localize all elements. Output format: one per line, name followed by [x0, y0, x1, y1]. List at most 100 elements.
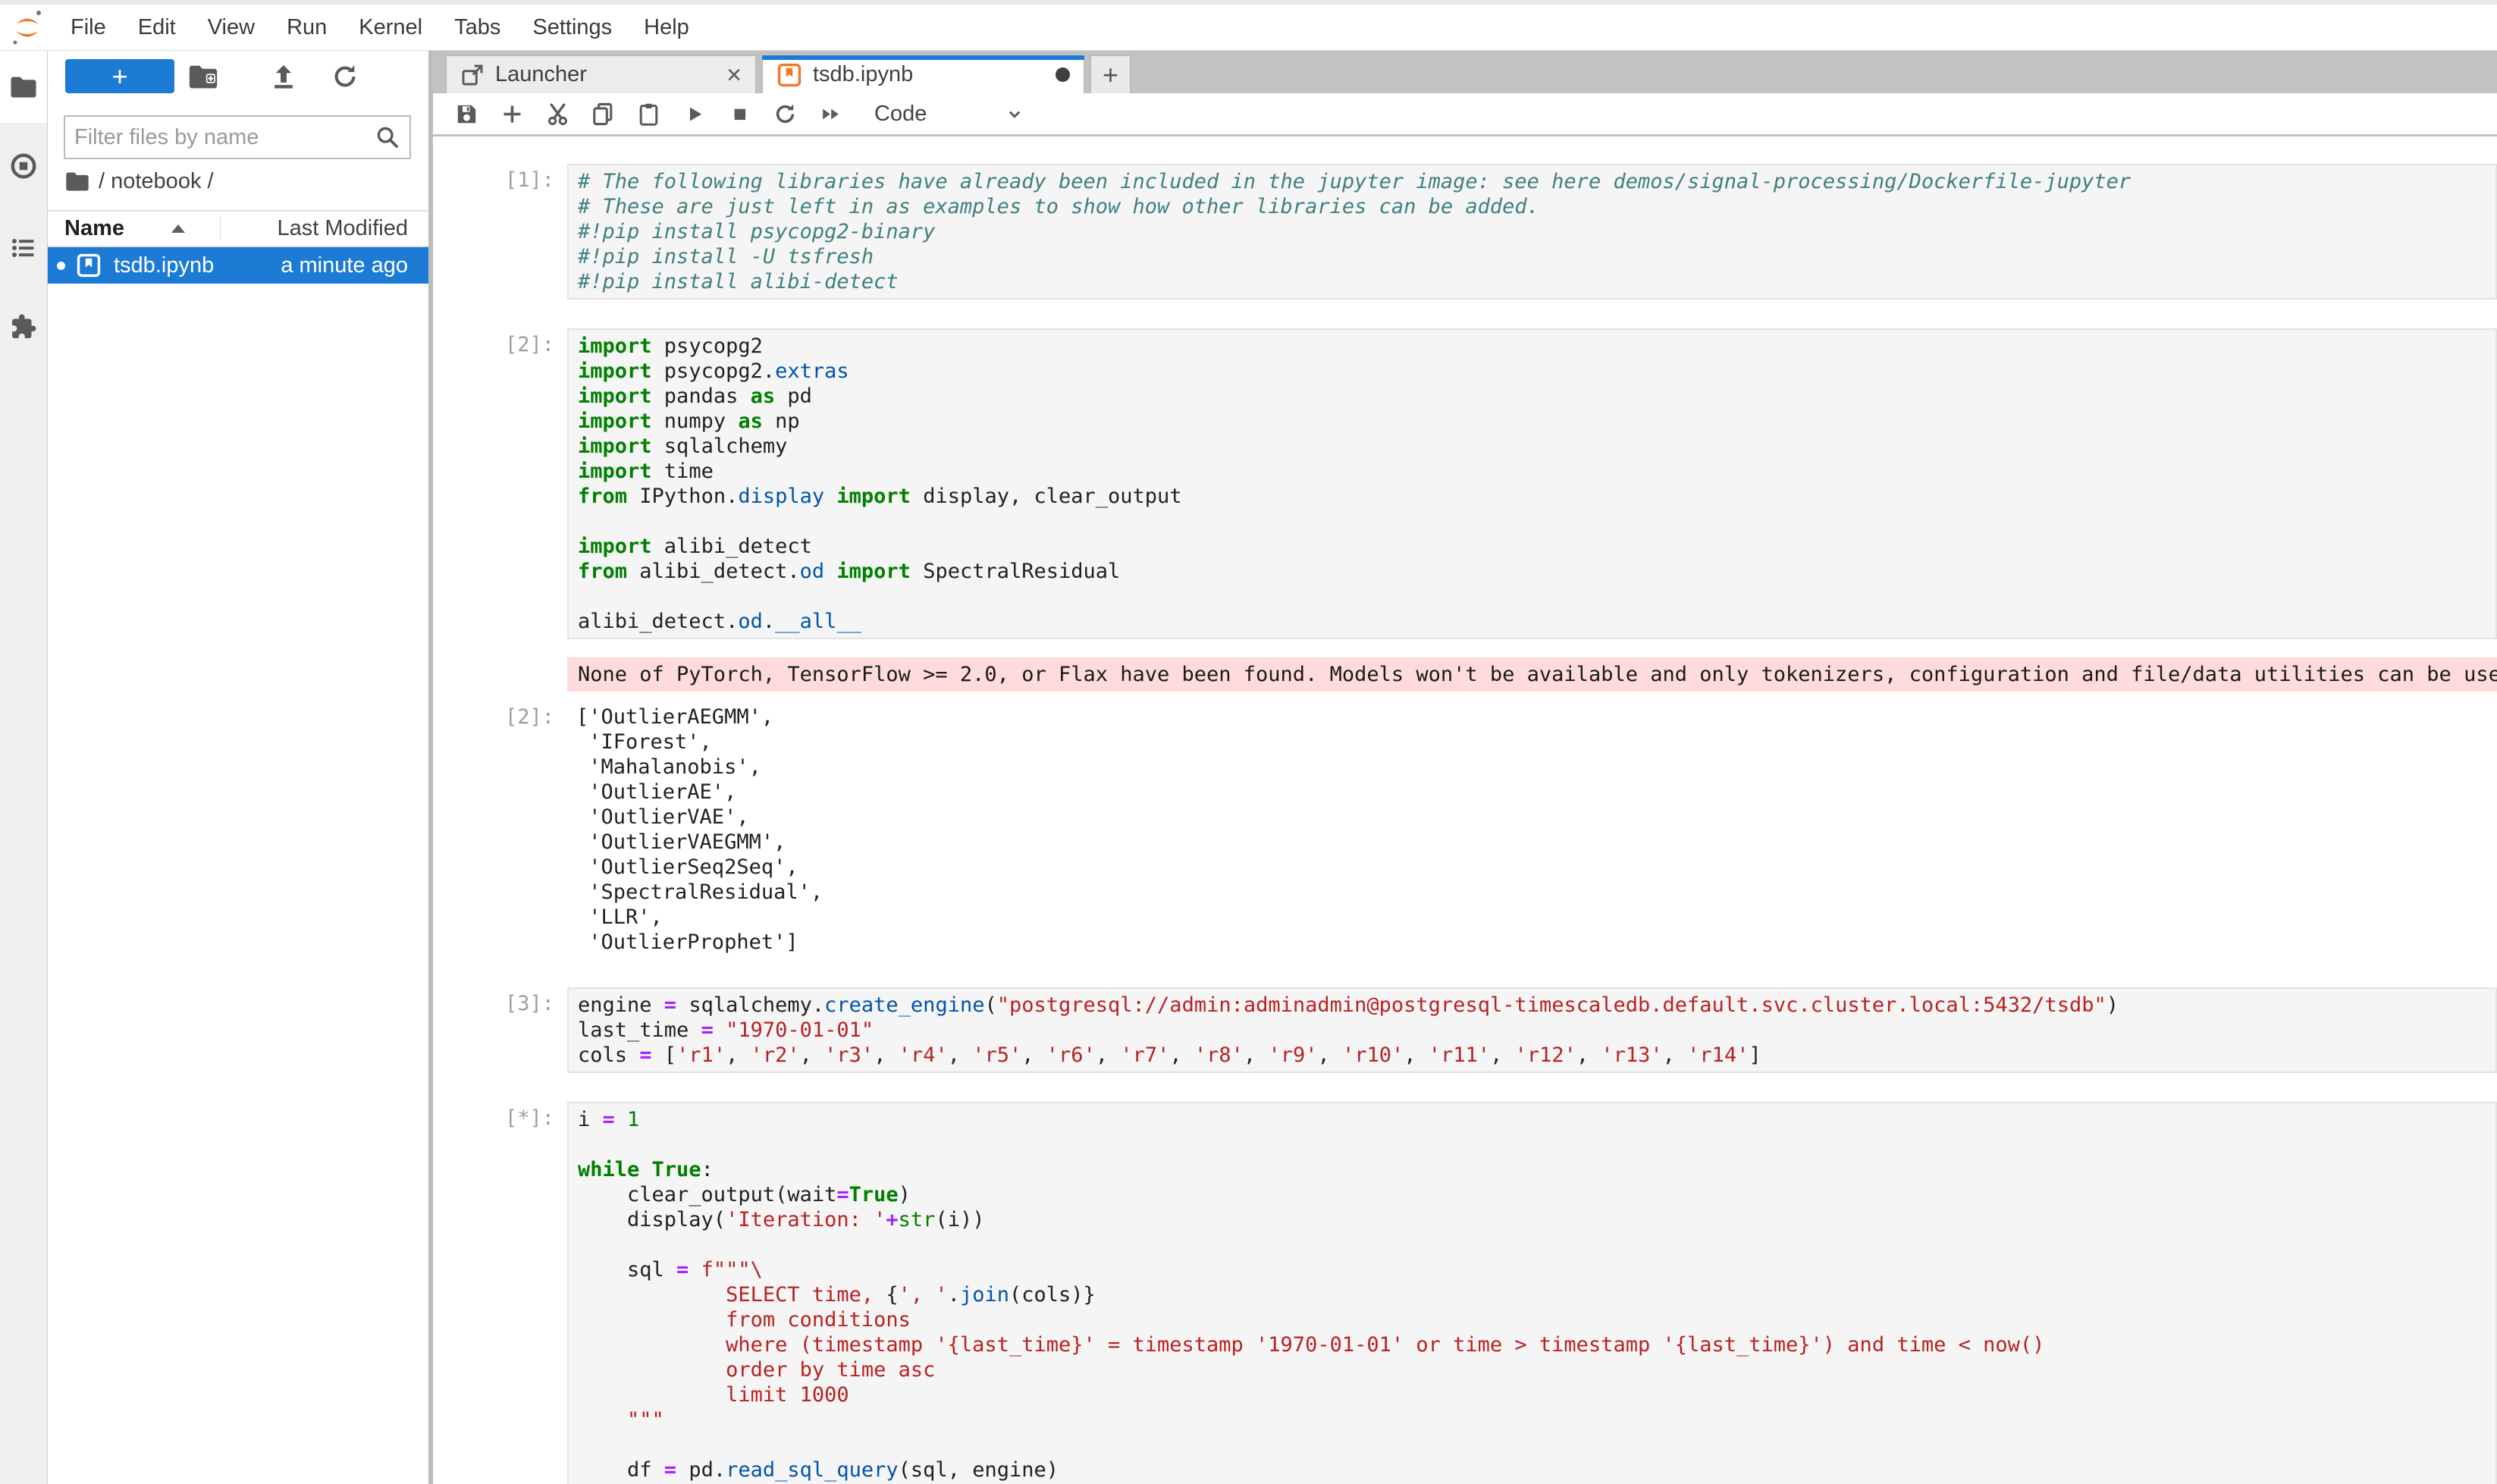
output-area: [2]:['OutlierAEGMM', 'IForest', 'Mahalan…: [433, 701, 2497, 958]
menu-kernel[interactable]: Kernel: [343, 15, 438, 40]
breadcrumb[interactable]: / notebook /: [65, 166, 214, 196]
code-line: display('Iteration: '+str(i)): [578, 1207, 2495, 1232]
code-line: """: [578, 1407, 2495, 1432]
file-name: tsdb.ipynb: [114, 253, 214, 278]
code-line: df = pd.read_sql_query(sql, engine): [578, 1457, 2495, 1482]
cut-icon: [545, 102, 570, 127]
menu-help[interactable]: Help: [628, 15, 705, 40]
code-line: # These are just left in as examples to …: [578, 194, 2495, 219]
jupyterlab-window: File Edit View Run Kernel Tabs Settings …: [0, 0, 2497, 1484]
column-divider: [220, 216, 221, 241]
code-line: import alibi_detect: [578, 534, 2495, 559]
code-line: [578, 1132, 2495, 1157]
code-line: i = 1: [578, 1107, 2495, 1132]
refresh-button[interactable]: [328, 60, 362, 93]
restart-icon: [773, 102, 798, 127]
code-line: ['OutlierAEGMM',: [576, 704, 2497, 729]
menu-settings[interactable]: Settings: [516, 15, 628, 40]
cell-type-dropdown[interactable]: Code: [874, 102, 1034, 127]
code-line: 'OutlierSeq2Seq',: [576, 855, 2497, 880]
code-line: import psycopg2.extras: [578, 359, 2495, 384]
code-line: 'IForest',: [576, 729, 2497, 755]
input-prompt: [2]:: [433, 328, 567, 639]
code-line: # The following libraries have already b…: [578, 169, 2495, 194]
file-filter-box: [64, 115, 411, 159]
stderr-output: None of PyTorch, TensorFlow >= 2.0, or F…: [433, 657, 2497, 692]
sidebar-tab-running[interactable]: [0, 130, 47, 202]
restart-run-all-button[interactable]: [817, 100, 844, 127]
code-line: 'SpectralResidual',: [576, 880, 2497, 905]
tab-notebook-label: tsdb.ipynb: [813, 62, 913, 87]
file-filter-input[interactable]: [74, 125, 375, 150]
cell-editor[interactable]: engine = sqlalchemy.create_engine("postg…: [567, 987, 2497, 1073]
folder-icon: [10, 76, 37, 99]
run-cell-button[interactable]: [680, 100, 707, 127]
chevron-down-icon: [1003, 102, 1026, 125]
code-line: 'LLR',: [576, 905, 2497, 930]
file-row-selected[interactable]: tsdb.ipynb a minute ago: [48, 247, 428, 284]
breadcrumb-path[interactable]: / notebook /: [99, 169, 214, 194]
cell-editor[interactable]: import psycopg2import psycopg2.extrasimp…: [567, 328, 2497, 639]
upload-button[interactable]: [266, 60, 301, 93]
menu-edit[interactable]: Edit: [122, 15, 192, 40]
code-line: order by time asc: [578, 1357, 2495, 1382]
input-prompt: [1]:: [433, 164, 567, 300]
code-line: [578, 1232, 2495, 1257]
copy-cells-button[interactable]: [589, 100, 616, 127]
sidebar-tab-toc[interactable]: [0, 212, 47, 284]
menu-view[interactable]: View: [192, 15, 271, 40]
code-line: import sqlalchemy: [578, 434, 2495, 459]
code-line: sql = f"""\: [578, 1257, 2495, 1282]
copy-icon: [591, 102, 616, 127]
fast-forward-icon: [818, 102, 843, 127]
table-of-contents-icon: [10, 234, 37, 262]
search-icon: [375, 124, 400, 150]
code-line: import numpy as np: [578, 409, 2495, 434]
code-line: 'OutlierVAEGMM',: [576, 830, 2497, 855]
new-launcher-button[interactable]: +: [65, 59, 174, 93]
save-button[interactable]: [453, 100, 480, 127]
column-header-last-modified[interactable]: Last Modified: [278, 216, 409, 241]
kernel-running-dot: [57, 262, 65, 270]
notebook-icon: [776, 62, 802, 88]
column-header-name[interactable]: Name: [48, 216, 124, 241]
unsaved-changes-dot[interactable]: [1056, 67, 1070, 82]
cell-editor[interactable]: # The following libraries have already b…: [567, 164, 2497, 300]
add-cell-icon: [500, 102, 525, 127]
tab-launcher[interactable]: Launcher ×: [446, 55, 756, 93]
restart-kernel-button[interactable]: [771, 100, 798, 127]
menu-file[interactable]: File: [55, 15, 122, 40]
running-sessions-icon: [10, 152, 37, 180]
code-line: import time: [578, 459, 2495, 484]
paste-icon: [636, 102, 661, 127]
menu-tabs[interactable]: Tabs: [438, 15, 516, 40]
tab-bar: Launcher × tsdb.ipynb +: [433, 51, 2497, 93]
menu-run[interactable]: Run: [271, 15, 343, 40]
interrupt-kernel-button[interactable]: [726, 100, 753, 127]
sort-ascending-icon: [171, 224, 185, 233]
code-line: #!pip install -U tsfresh: [578, 244, 2495, 269]
notebook-cells: [1]: # The following libraries have alrea…: [433, 136, 2497, 1484]
notebook-toolbar: Code: [433, 93, 2497, 136]
code-line: cols = ['r1', 'r2', 'r3', 'r4', 'r5', 'r…: [578, 1043, 2495, 1068]
refresh-icon: [331, 62, 359, 91]
code-line: [578, 1432, 2495, 1457]
sidebar-tab-files[interactable]: [0, 51, 47, 123]
code-line: import pandas as pd: [578, 384, 2495, 409]
jupyter-logo-icon: [11, 8, 44, 46]
cut-cells-button[interactable]: [544, 100, 571, 127]
sidebar-tab-extensions[interactable]: [0, 290, 47, 362]
code-line: from conditions: [578, 1307, 2495, 1332]
code-line: #!pip install alibi-detect: [578, 269, 2495, 294]
new-folder-button[interactable]: [186, 60, 221, 93]
code-line: alibi_detect.od.__all__: [578, 609, 2495, 634]
code-line: last_time = "1970-01-01": [578, 1018, 2495, 1043]
paste-cells-button[interactable]: [635, 100, 662, 127]
cell-editor[interactable]: i = 1 while True: clear_output(wait=True…: [567, 1102, 2497, 1484]
tab-notebook[interactable]: tsdb.ipynb: [762, 55, 1084, 93]
extensions-icon: [10, 313, 37, 340]
close-tab-icon[interactable]: ×: [726, 62, 742, 88]
add-tab-button[interactable]: +: [1090, 55, 1131, 93]
activity-bar: [0, 51, 48, 1484]
add-cell-button[interactable]: [498, 100, 525, 127]
